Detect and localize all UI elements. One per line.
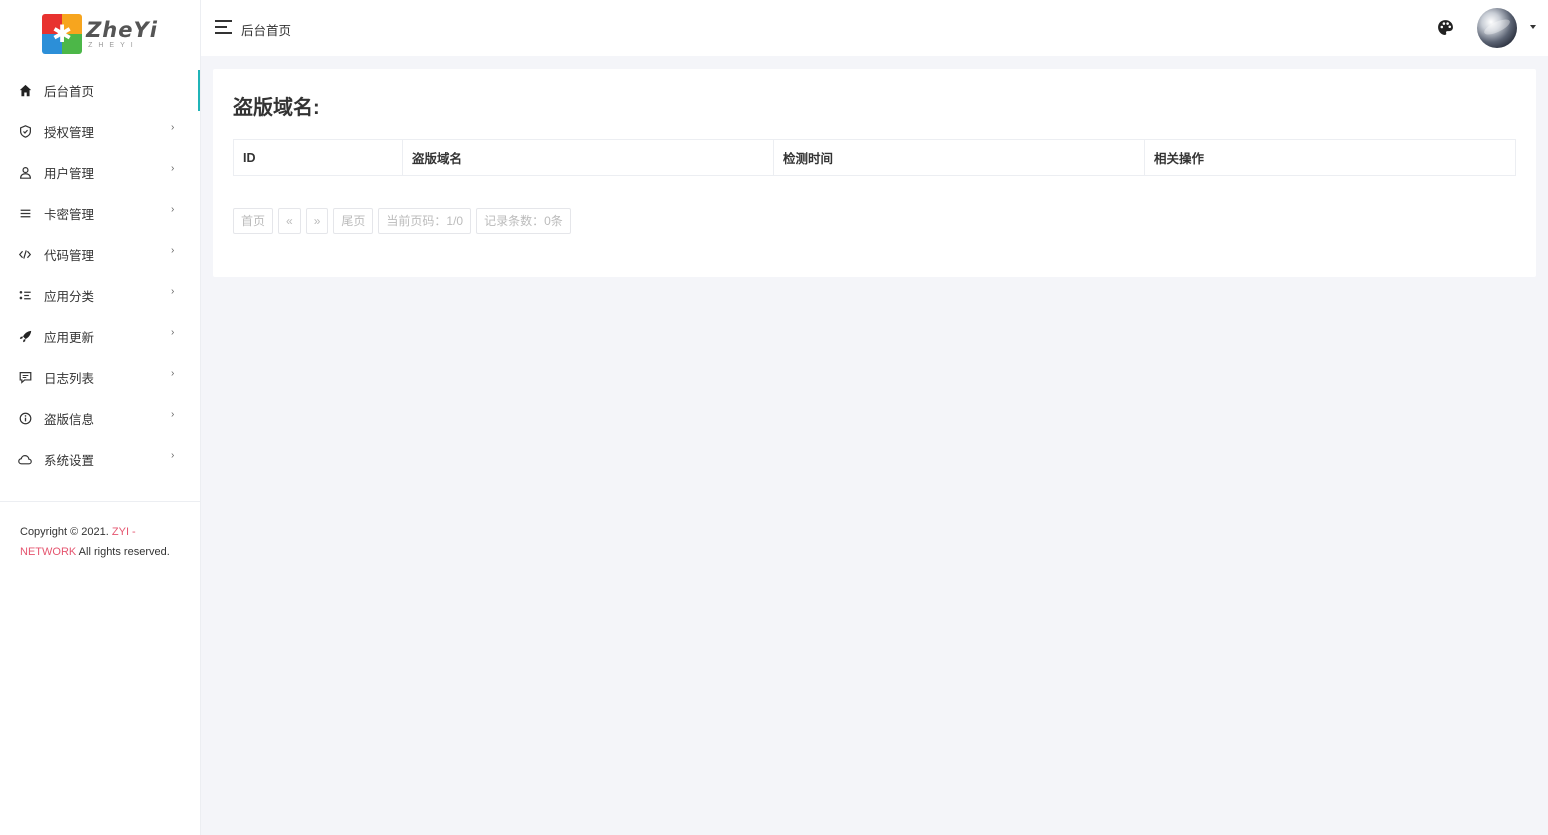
sidebar: ✱ ZheYi ZHEYI 后台首页 授权管理 › 用户管理 › 卡密管理 › … <box>0 0 201 835</box>
chevron-right-icon: › <box>171 409 175 420</box>
info-icon <box>18 412 32 426</box>
top-header: 后台首页 <box>201 0 1548 56</box>
content-card: 盗版域名: ID 盗版域名 检测时间 相关操作 首页 « » 尾页 当前页码：1… <box>213 69 1536 277</box>
sidebar-item-label: 日志列表 <box>44 372 95 386</box>
chevron-right-icon: › <box>171 122 175 133</box>
sidebar-item-categories[interactable]: 应用分类 › <box>0 275 200 316</box>
sidebar-item-label: 系统设置 <box>44 454 95 468</box>
logo-mark: ✱ <box>42 14 83 54</box>
chevron-right-icon: › <box>171 286 175 297</box>
sidebar-item-label: 代码管理 <box>44 249 95 263</box>
chevron-right-icon: › <box>171 245 175 256</box>
sidebar-item-updates[interactable]: 应用更新 › <box>0 316 200 357</box>
logo-subtitle: ZHEYI <box>88 41 139 49</box>
shield-icon <box>18 125 32 139</box>
sidebar-item-home[interactable]: 后台首页 <box>0 70 200 111</box>
sidebar-item-label: 用户管理 <box>44 167 95 181</box>
message-icon <box>18 371 32 385</box>
sidebar-item-settings[interactable]: 系统设置 › <box>0 439 200 480</box>
column-header-id[interactable]: ID <box>233 139 403 176</box>
avatar[interactable] <box>1477 8 1517 48</box>
logo-name: ZheYi <box>86 17 158 42</box>
chevron-right-icon: › <box>171 163 175 174</box>
list-icon <box>18 207 32 221</box>
user-icon <box>18 166 32 180</box>
sidebar-item-authorization[interactable]: 授权管理 › <box>0 111 200 152</box>
chevron-right-icon: › <box>171 204 175 215</box>
page-title: 盗版域名: <box>233 97 320 119</box>
column-header-actions[interactable]: 相关操作 <box>1144 139 1516 176</box>
piracy-domain-table: ID 盗版域名 检测时间 相关操作 <box>233 139 1516 176</box>
chevron-right-icon: › <box>171 450 175 461</box>
logo[interactable]: ✱ ZheYi ZHEYI <box>0 0 200 68</box>
home-icon <box>18 84 32 98</box>
sidebar-item-label: 应用更新 <box>44 331 95 345</box>
prev-page-button[interactable]: « <box>278 208 301 234</box>
sidebar-item-users[interactable]: 用户管理 › <box>0 152 200 193</box>
copyright-suffix: All rights reserved. <box>76 546 170 558</box>
sidebar-divider <box>0 501 200 502</box>
copyright-prefix: Copyright © 2021. <box>20 526 112 538</box>
table-header-row: ID 盗版域名 检测时间 相关操作 <box>233 139 1516 176</box>
palette-icon[interactable] <box>1437 19 1454 36</box>
menu-toggle-icon[interactable] <box>215 20 232 34</box>
last-page-button[interactable]: 尾页 <box>333 208 374 234</box>
copyright: Copyright © 2021. ZYI - NETWORK All righ… <box>20 522 190 562</box>
sidebar-item-label: 授权管理 <box>44 126 95 140</box>
sidebar-item-label: 盗版信息 <box>44 413 95 427</box>
sidebar-item-cards[interactable]: 卡密管理 › <box>0 193 200 234</box>
sidebar-menu: 后台首页 授权管理 › 用户管理 › 卡密管理 › 代码管理 › 应用分类 › … <box>0 70 200 480</box>
caret-down-icon[interactable] <box>1530 25 1536 29</box>
page-info: 当前页码：1/0 <box>378 208 472 234</box>
pagination: 首页 « » 尾页 当前页码：1/0 记录条数：0条 <box>233 208 576 234</box>
sidebar-item-logs[interactable]: 日志列表 › <box>0 357 200 398</box>
column-header-domain[interactable]: 盗版域名 <box>402 139 774 176</box>
chevron-right-icon: › <box>171 327 175 338</box>
sidebar-item-code[interactable]: 代码管理 › <box>0 234 200 275</box>
record-count: 记录条数：0条 <box>476 208 571 234</box>
sidebar-item-piracy-info[interactable]: 盗版信息 › <box>0 398 200 439</box>
code-icon <box>18 248 32 262</box>
breadcrumb: 后台首页 <box>241 24 292 38</box>
first-page-button[interactable]: 首页 <box>233 208 274 234</box>
rocket-icon <box>18 330 32 344</box>
sidebar-item-label: 应用分类 <box>44 290 95 304</box>
sidebar-item-label: 卡密管理 <box>44 208 95 222</box>
sidebar-item-label: 后台首页 <box>44 85 95 99</box>
category-icon <box>18 289 32 303</box>
cloud-icon <box>18 453 32 467</box>
column-header-detect-time[interactable]: 检测时间 <box>773 139 1145 176</box>
next-page-button[interactable]: » <box>305 208 329 234</box>
chevron-right-icon: › <box>171 368 175 379</box>
